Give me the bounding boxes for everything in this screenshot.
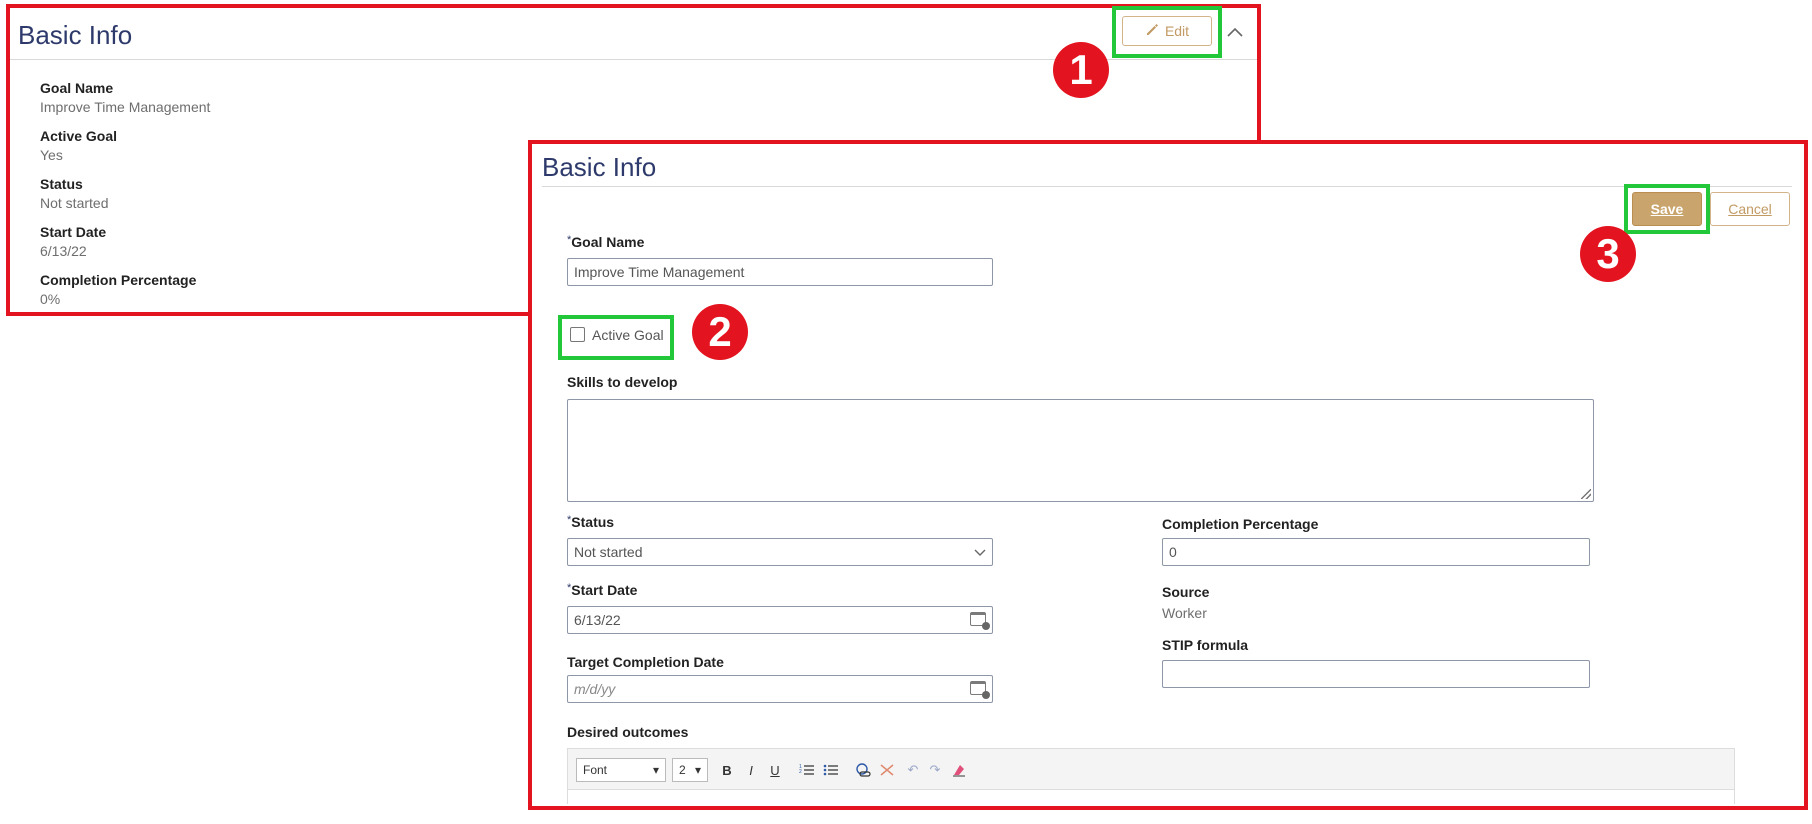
goal-name-label: *Goal Name	[567, 234, 645, 250]
field-completion-percentage: Completion Percentage 0%	[40, 272, 196, 307]
panel-title: Basic Info	[18, 20, 133, 50]
font-select-value: Font	[583, 763, 608, 777]
field-label: Completion Percentage	[40, 272, 197, 288]
field-label: Goal Name	[40, 80, 114, 96]
calendar-icon[interactable]	[970, 681, 990, 699]
status-select[interactable]: Not started	[567, 538, 993, 566]
target-date-placeholder: m/d/yy	[574, 681, 616, 697]
source-value: Worker	[1162, 605, 1207, 621]
stip-formula-input[interactable]	[1162, 660, 1590, 688]
skills-label: Skills to develop	[567, 374, 678, 390]
field-value: Improve Time Management	[40, 99, 211, 115]
field-label: Active Goal	[40, 128, 118, 144]
edit-button[interactable]: Edit	[1122, 16, 1212, 46]
edit-button-label: Edit	[1164, 23, 1190, 39]
save-button[interactable]: Save	[1632, 192, 1702, 226]
field-value: 6/13/22	[40, 243, 87, 259]
chevron-down-icon	[974, 544, 986, 560]
pencil-icon	[1145, 23, 1159, 40]
field-value: Not started	[40, 195, 109, 211]
clear-formatting-icon[interactable]	[948, 759, 970, 781]
caret-down-icon: ▾	[652, 763, 659, 777]
target-date-input[interactable]: m/d/yy	[567, 675, 993, 703]
size-select[interactable]: 2 ▾	[672, 758, 708, 782]
collapse-chevron-icon[interactable]	[1222, 20, 1248, 44]
field-goal-name: Goal Name Improve Time Management	[40, 80, 210, 115]
status-selected-value: Not started	[574, 544, 643, 560]
unlink-icon[interactable]	[876, 759, 898, 781]
desired-outcomes-label: Desired outcomes	[567, 724, 689, 740]
start-date-input[interactable]: 6/13/22	[567, 606, 993, 634]
start-date-label: *Start Date	[567, 582, 638, 598]
field-status: Status Not started	[40, 176, 108, 211]
target-date-label: Target Completion Date	[567, 654, 724, 670]
undo-icon[interactable]: ↶	[902, 759, 924, 781]
field-value: 0%	[40, 291, 61, 307]
step-marker-3: 3	[1580, 226, 1636, 282]
field-start-date: Start Date 6/13/22	[40, 224, 106, 259]
bullet-list-icon[interactable]	[820, 759, 842, 781]
active-goal-label: Active Goal	[592, 327, 664, 343]
caret-down-icon: ▾	[694, 763, 701, 777]
cancel-button[interactable]: Cancel	[1710, 192, 1790, 226]
underline-icon[interactable]: U	[764, 759, 786, 781]
start-date-value: 6/13/22	[574, 612, 621, 628]
step-marker-1: 1	[1053, 42, 1109, 98]
source-label: Source	[1162, 584, 1210, 600]
redo-icon[interactable]: ↷	[924, 759, 946, 781]
goal-name-input[interactable]: Improve Time Management	[567, 258, 993, 286]
field-active-goal: Active Goal Yes	[40, 128, 117, 163]
completion-percentage-input[interactable]: 0	[1162, 538, 1590, 566]
skills-textarea[interactable]	[567, 399, 1594, 502]
active-goal-checkbox[interactable]	[570, 327, 585, 342]
font-select[interactable]: Font ▾	[576, 758, 666, 782]
divider	[542, 186, 1792, 187]
bold-icon[interactable]: B	[716, 759, 738, 781]
rich-text-toolbar: Font ▾ 2 ▾ B I U 12 ↶ ↷	[567, 748, 1735, 790]
completion-percentage-label: Completion Percentage	[1162, 516, 1319, 532]
panel-title: Basic Info	[542, 152, 657, 182]
ordered-list-icon[interactable]: 12	[796, 759, 818, 781]
field-value: Yes	[40, 147, 63, 163]
stip-formula-label: STIP formula	[1162, 637, 1249, 653]
svg-text:2: 2	[799, 769, 802, 775]
size-select-value: 2	[679, 763, 686, 777]
desired-outcomes-editor[interactable]	[567, 790, 1735, 804]
status-label: *Status	[567, 514, 615, 530]
field-label: Status	[40, 176, 83, 192]
calendar-icon[interactable]	[970, 612, 990, 630]
link-icon[interactable]	[852, 759, 874, 781]
field-label: Start Date	[40, 224, 107, 240]
step-marker-2: 2	[692, 304, 748, 360]
resize-grip-icon[interactable]	[1581, 489, 1591, 499]
italic-icon[interactable]: I	[740, 759, 762, 781]
